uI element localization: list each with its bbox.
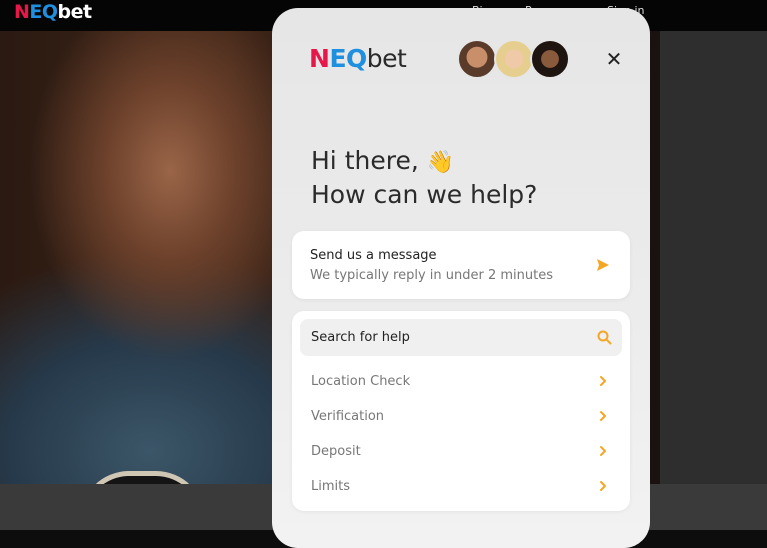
help-item-label: Location Check	[311, 374, 411, 389]
chevron-right-icon	[600, 446, 606, 456]
support-widget: NEQbet ✕ Hi there, 👋 How can we help? Se…	[272, 8, 650, 548]
close-icon[interactable]: ✕	[603, 48, 625, 70]
greeting-line-2: How can we help?	[311, 180, 538, 209]
page-background-right	[660, 31, 767, 484]
send-message-title: Send us a message	[310, 248, 437, 263]
avatar	[494, 39, 534, 79]
avatar	[530, 39, 570, 79]
help-item-label: Deposit	[311, 444, 361, 459]
help-item-label: Limits	[311, 479, 350, 494]
wave-icon: 👋	[426, 150, 455, 175]
widget-logo: NEQbet	[309, 44, 407, 73]
help-item-verification[interactable]: Verification	[300, 402, 622, 432]
chevron-right-icon	[600, 376, 606, 386]
help-item-limits[interactable]: Limits	[300, 472, 622, 502]
chevron-right-icon	[600, 481, 606, 491]
greeting: Hi there, 👋 How can we help?	[311, 145, 537, 211]
avatar	[457, 39, 497, 79]
help-item-location-check[interactable]: Location Check	[300, 367, 622, 397]
send-message-card[interactable]: Send us a message We typically reply in …	[292, 231, 630, 299]
site-logo[interactable]: NEQbet	[14, 0, 92, 24]
help-card: Search for help Location Check Verificat…	[292, 311, 630, 511]
chevron-right-icon	[600, 411, 606, 421]
greeting-line-1: Hi there,	[311, 146, 419, 175]
search-help-input[interactable]: Search for help	[300, 319, 622, 356]
help-item-label: Verification	[311, 409, 385, 424]
search-icon	[597, 330, 612, 345]
send-message-subtitle: We typically reply in under 2 minutes	[310, 268, 554, 283]
help-item-deposit[interactable]: Deposit	[300, 437, 622, 467]
search-help-label: Search for help	[311, 330, 410, 345]
send-arrow-icon	[597, 259, 609, 271]
